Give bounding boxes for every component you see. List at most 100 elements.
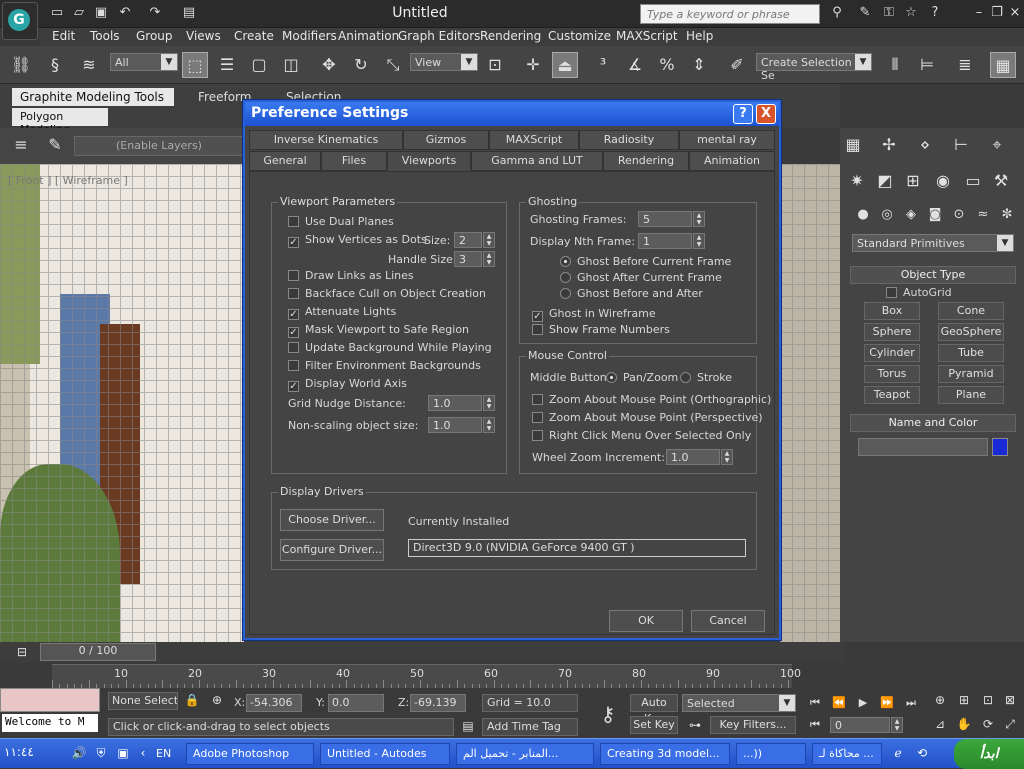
menu-modifiers[interactable]: Modifiers	[282, 29, 337, 43]
tab-mental-ray[interactable]: mental ray	[679, 130, 775, 150]
add-time-tag[interactable]: Add Time Tag	[482, 718, 578, 736]
menu-tools[interactable]: Tools	[90, 29, 120, 43]
object-type-rollout[interactable]: Object Type	[850, 266, 1016, 284]
rotate-icon[interactable]: ↻	[348, 52, 374, 78]
language-indicator[interactable]: EN	[156, 747, 171, 760]
volume-icon[interactable]: 🔊	[70, 741, 88, 765]
key-icon[interactable]: ⚿	[880, 4, 898, 22]
object-color-swatch[interactable]	[992, 438, 1008, 456]
angle-snap-icon[interactable]: ∡	[622, 52, 648, 78]
taskbar-browser-4[interactable]: محاكاة لـ ...	[812, 743, 882, 765]
tab-general[interactable]: General	[249, 151, 321, 171]
right-click-menu-checkbox[interactable]: Right Click Menu Over Selected Only	[532, 429, 751, 442]
taskbar-3dsmax[interactable]: Untitled - Autodes	[320, 743, 450, 765]
goto-start-icon[interactable]: ⏮	[804, 694, 826, 712]
object-name-input[interactable]	[858, 438, 988, 456]
menu-rendering[interactable]: Rendering	[480, 29, 541, 43]
hierarchy-panel-icon[interactable]: ⊞	[900, 168, 926, 194]
key-mode-dropdown[interactable]: Selected ▼	[682, 694, 796, 712]
taskbar-browser-2[interactable]: Creating 3d model...	[600, 743, 730, 765]
front-viewport[interactable]: [ Front ] [ Wireframe ]	[0, 164, 244, 642]
keyboard-shortcut-override-icon[interactable]: ⏏	[552, 52, 578, 78]
reference-coordinate-dropdown[interactable]: View ▼	[410, 53, 478, 71]
display-nth-frame-spinner[interactable]: 1 ▲ ▼	[638, 233, 705, 249]
tab-animation[interactable]: Animation	[689, 151, 775, 171]
project-folder-icon[interactable]: ▤	[180, 4, 198, 22]
use-dual-planes-checkbox[interactable]: Use Dual Planes	[288, 215, 394, 228]
handle-size-spinner[interactable]: 3 ▲ ▼	[454, 251, 495, 267]
undo-icon[interactable]: ↶	[116, 4, 134, 22]
zoom-icon[interactable]: ⊕	[930, 690, 950, 710]
cone-button[interactable]: Cone	[938, 302, 1004, 320]
lock-icon[interactable]: 🔒	[182, 690, 202, 710]
cylinder-button[interactable]: Cylinder	[864, 344, 920, 362]
menu-graph-editors[interactable]: Graph Editors	[398, 29, 480, 43]
tab-graphite-modeling-tools[interactable]: Graphite Modeling Tools	[12, 88, 174, 106]
zoom-extents-icon[interactable]: ⊡	[978, 690, 998, 710]
auto-key-button[interactable]: Auto Key	[630, 694, 678, 725]
network-icon[interactable]: ▣	[114, 741, 132, 765]
pyramid-button[interactable]: Pyramid	[938, 365, 1004, 383]
update-background-checkbox[interactable]: Update Background While Playing	[288, 341, 492, 354]
taskbar-browser-1[interactable]: المنابر - تحميل الم...	[456, 743, 594, 765]
pan-icon[interactable]: ✋	[954, 714, 974, 734]
spinner-arrows-icon[interactable]: ▲ ▼	[693, 233, 705, 249]
ghost-both-radio[interactable]: Ghost Before and After	[560, 287, 703, 300]
menu-maxscript[interactable]: MAXScript	[616, 29, 678, 43]
snaps-toggle-icon[interactable]: ³	[590, 52, 616, 78]
window-crossing-icon[interactable]: ◫	[278, 52, 304, 78]
viewport-label[interactable]: [ Front ] [ Wireframe ]	[8, 174, 128, 187]
key-filters-button[interactable]: Key Filters...	[710, 716, 796, 734]
open-file-icon[interactable]: ▱	[70, 4, 88, 22]
restore-icon[interactable]: ❐	[988, 4, 1006, 22]
backface-cull-checkbox[interactable]: Backface Cull on Object Creation	[288, 287, 486, 300]
tray-expand-icon[interactable]: ‹	[134, 741, 152, 765]
layer-edit-icon[interactable]: ✎	[42, 132, 68, 158]
z-coordinate[interactable]: -69.139	[410, 694, 466, 712]
new-file-icon[interactable]: ▭	[48, 4, 66, 22]
shield-icon[interactable]: ⛨	[92, 741, 110, 765]
spacewarps-icon[interactable]: ≈	[970, 202, 996, 228]
draw-links-checkbox[interactable]: Draw Links as Lines	[288, 269, 414, 282]
torus-button[interactable]: Torus	[864, 365, 920, 383]
utilities-panel-icon[interactable]: ⚒	[988, 168, 1014, 194]
layer-manager-icon[interactable]: ≣	[952, 52, 978, 78]
help-button[interactable]: ?	[733, 104, 753, 124]
search-input[interactable]: Type a keyword or phrase	[640, 4, 820, 24]
edit-named-selection-icon[interactable]: ✐	[724, 52, 750, 78]
maxscript-listener[interactable]: Welcome to M	[2, 714, 98, 732]
timeline-track[interactable]: 10 20 30 40 50 60 70 80 90 100	[52, 664, 801, 688]
minimize-icon[interactable]: –	[970, 4, 988, 22]
taskbar-photoshop[interactable]: Adobe Photoshop	[186, 743, 314, 765]
ghost-before-radio[interactable]: Ghost Before Current Frame	[560, 255, 731, 268]
binoculars-icon[interactable]: ⚲	[826, 4, 848, 22]
unlink-icon[interactable]: §	[42, 52, 68, 78]
time-slider[interactable]: 0 / 100	[40, 643, 156, 661]
pivot-center-icon[interactable]: ⊡	[482, 52, 508, 78]
named-selection-set-dropdown[interactable]: Create Selection Se ▼	[756, 53, 872, 82]
close-button[interactable]: X	[756, 104, 776, 124]
vertex-snap-icon[interactable]: ⊢	[948, 132, 974, 158]
menu-customize[interactable]: Customize	[548, 29, 611, 43]
curve-editor-icon[interactable]: ⊟	[8, 642, 36, 662]
plane-button[interactable]: Plane	[938, 386, 1004, 404]
name-color-rollout[interactable]: Name and Color	[850, 414, 1016, 432]
menu-create[interactable]: Create	[234, 29, 274, 43]
bind-spacewarp-icon[interactable]: ≋	[76, 52, 102, 78]
show-frame-numbers-checkbox[interactable]: Show Frame Numbers	[532, 323, 670, 336]
maximize-viewport-icon[interactable]: ⤢	[1000, 714, 1020, 734]
set-key-icon[interactable]: ⚷	[590, 696, 626, 732]
x-coordinate[interactable]: -54.306	[246, 694, 302, 712]
layer-stack-icon[interactable]: ≡	[8, 132, 34, 158]
zoom-extents-all-icon[interactable]: ⊠	[1000, 690, 1020, 710]
autogrid-checkbox[interactable]: AutoGrid	[886, 286, 952, 299]
spinner-arrows-icon[interactable]: ▲ ▼	[483, 395, 495, 411]
tools-icon[interactable]: ✎	[856, 4, 874, 22]
set-key-button[interactable]: Set Key	[630, 716, 678, 734]
create-panel-icon[interactable]: ✷	[844, 168, 870, 194]
size-spinner[interactable]: 2 ▲ ▼	[454, 232, 495, 248]
motion-panel-icon[interactable]: ◉	[930, 168, 956, 194]
snap-icon[interactable]: ⋄	[912, 132, 938, 158]
tab-radiosity[interactable]: Radiosity	[579, 130, 679, 150]
current-frame-field[interactable]: 0 ▲ ▼	[830, 717, 903, 733]
